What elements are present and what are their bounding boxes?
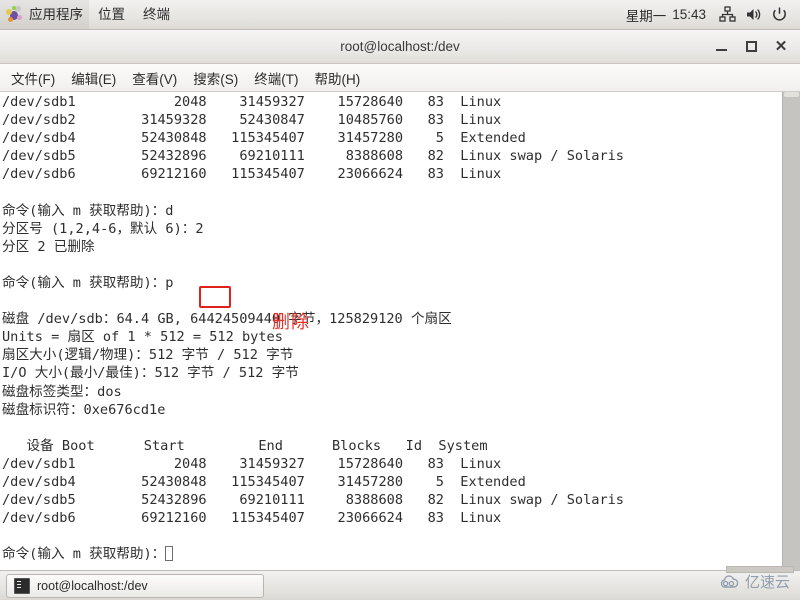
terminal-window: root@localhost:/dev ✕ 文件(F) 编辑(E) 查看(V) … (0, 30, 800, 570)
menu-view[interactable]: 查看(V) (124, 65, 185, 91)
menu-help-label: 帮助(H) (314, 71, 361, 87)
volume-icon[interactable] (742, 4, 764, 26)
terminal-line: /dev/sdb1 2048 31459327 15728640 83 Linu… (2, 455, 502, 472)
screen: 应用程序 位置 终端 星期一 15:43 root@localhost:/dev… (0, 0, 800, 600)
menu-help[interactable]: 帮助(H) (307, 65, 369, 91)
network-icon[interactable] (716, 4, 738, 26)
terminal-body[interactable]: /dev/sdb1 2048 31459327 15728640 83 Linu… (0, 92, 800, 570)
terminal-line: 命令(输入 m 获取帮助)：d (2, 202, 174, 219)
terminal-line: 分区 2 已删除 (2, 238, 95, 255)
terminal-line: 扇区大小(逻辑/物理)：512 字节 / 512 字节 (2, 347, 294, 364)
terminal-output: /dev/sdb1 2048 31459327 15728640 83 Linu… (2, 93, 780, 563)
window-titlebar[interactable]: root@localhost:/dev ✕ (0, 30, 800, 64)
annotation-delete-label: 删除 (272, 312, 310, 333)
terminal-line: /dev/sdb6 69212160 115345407 23066624 83… (2, 510, 502, 527)
taskbar-window-label: root@localhost:/dev (37, 578, 148, 593)
applications-menu[interactable]: 应用程序 (0, 0, 89, 29)
terminal-line: 命令(输入 m 获取帮助)：p (2, 274, 174, 291)
terminal-cursor (165, 546, 174, 562)
terminal-menu-label: 终端 (143, 7, 170, 22)
terminal-line: I/O 大小(最小/最佳)：512 字节 / 512 字节 (2, 365, 299, 382)
terminal-line: 磁盘标签类型：dos (2, 383, 122, 400)
terminal-line: Units = 扇区 of 1 * 512 = 512 bytes (2, 329, 283, 346)
gnome-top-panel: 应用程序 位置 终端 星期一 15:43 (0, 0, 800, 30)
menu-terminal[interactable]: 终端(T) (246, 65, 306, 91)
menu-file[interactable]: 文件(F) (3, 65, 63, 91)
places-menu-label: 位置 (98, 7, 125, 22)
taskbar-window-button[interactable]: root@localhost:/dev (6, 573, 264, 598)
top-panel-menus: 应用程序 位置 终端 (0, 0, 179, 29)
maximize-icon (745, 41, 757, 52)
window-title: root@localhost:/dev (340, 39, 460, 54)
menu-terminal-label: 终端(T) (254, 71, 299, 87)
command-highlight-box (199, 286, 231, 308)
close-button[interactable]: ✕ (768, 34, 794, 60)
terminal-line: 磁盘标识符：0xe676cd1e (2, 401, 166, 418)
menu-file-label: 文件(F) (11, 71, 56, 87)
terminal-line: 设备 Boot Start End Blocks Id System (2, 437, 488, 454)
menu-view-label: 查看(V) (132, 71, 178, 87)
maximize-button[interactable] (738, 34, 764, 60)
terminal-menubar: 文件(F) 编辑(E) 查看(V) 搜索(S) 终端(T) 帮助(H) (0, 64, 800, 92)
terminal-line: 分区号 (1,2,4-6，默认 6)：2 (2, 220, 204, 237)
minimize-icon (715, 49, 727, 51)
terminal-line: /dev/sdb6 69212160 115345407 23066624 83… (2, 166, 502, 183)
watermark-text: 亿速云 (744, 573, 790, 591)
window-controls: ✕ (708, 30, 794, 63)
terminal-line: 命令(输入 m 获取帮助)： (2, 545, 780, 563)
terminal-line: /dev/sdb5 52432896 69210111 8388608 82 L… (2, 492, 624, 509)
applications-menu-label: 应用程序 (29, 7, 83, 22)
terminal-scrollbar[interactable] (782, 92, 800, 570)
menu-search-label: 搜索(S) (193, 71, 239, 87)
places-menu[interactable]: 位置 (89, 0, 134, 29)
clock-applet[interactable]: 星期一 15:43 (618, 5, 714, 25)
clock-day-label: 星期一 (625, 8, 667, 24)
site-watermark: 亿速云 (719, 571, 790, 592)
terminal-line: /dev/sdb1 2048 31459327 15728640 83 Linu… (2, 94, 502, 110)
terminal-line: /dev/sdb5 52432896 69210111 8388608 82 L… (2, 148, 624, 165)
terminal-line: 磁盘 /dev/sdb：64.4 GB, 64424509440 字节，1258… (2, 311, 452, 328)
terminal-icon (14, 577, 30, 594)
gnome-bottom-panel: root@localhost:/dev (0, 570, 800, 600)
terminal-line: /dev/sdb4 52430848 115345407 31457280 5 … (2, 473, 526, 490)
power-icon[interactable] (768, 4, 790, 26)
menu-edit-label: 编辑(E) (71, 71, 117, 87)
gnome-foot-icon (6, 6, 23, 23)
clock-time-label: 15:43 (672, 7, 706, 22)
menu-edit[interactable]: 编辑(E) (63, 65, 124, 91)
menu-search[interactable]: 搜索(S) (185, 65, 246, 91)
scrollbar-thumb[interactable] (784, 92, 799, 97)
top-panel-tray: 星期一 15:43 (618, 0, 800, 29)
terminal-menu[interactable]: 终端 (134, 0, 179, 29)
minimize-button[interactable] (708, 34, 734, 60)
cloud-logo-icon (720, 574, 739, 588)
terminal-line: /dev/sdb2 31459328 52430847 10485760 83 … (2, 112, 502, 129)
close-icon: ✕ (774, 38, 788, 55)
terminal-line: /dev/sdb4 52430848 115345407 31457280 5 … (2, 130, 526, 147)
